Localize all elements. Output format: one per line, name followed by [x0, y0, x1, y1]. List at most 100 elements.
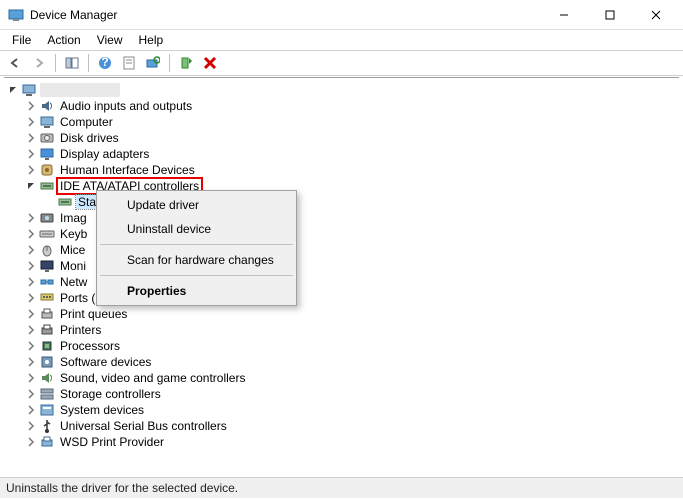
tree-item[interactable]: Sound, video and game controllers: [2, 370, 681, 386]
menu-view[interactable]: View: [89, 31, 131, 49]
scan-hardware-button[interactable]: [142, 52, 164, 74]
menu-action[interactable]: Action: [39, 31, 88, 49]
tree-item[interactable]: System devices: [2, 402, 681, 418]
usb-icon: [39, 418, 55, 434]
ctx-scan-hardware[interactable]: Scan for hardware changes: [99, 248, 294, 272]
chevron-right-icon[interactable]: [24, 323, 38, 337]
forward-button[interactable]: [28, 52, 50, 74]
hid-icon: [39, 162, 55, 178]
network-icon: [39, 274, 55, 290]
ctx-update-driver[interactable]: Update driver: [99, 193, 294, 217]
tree-item-label: Audio inputs and outputs: [58, 99, 194, 113]
monitor-icon: [39, 258, 55, 274]
system-icon: [39, 402, 55, 418]
ctx-separator: [100, 275, 293, 276]
toolbar: ?: [0, 50, 683, 76]
uninstall-device-button[interactable]: [199, 52, 221, 74]
sound-icon: [39, 370, 55, 386]
menu-file[interactable]: File: [4, 31, 39, 49]
chevron-right-icon[interactable]: [24, 99, 38, 113]
tree-item[interactable]: Printers: [2, 322, 681, 338]
keyboard-icon: [39, 226, 55, 242]
tree-item[interactable]: WSD Print Provider: [2, 434, 681, 450]
chevron-right-icon[interactable]: [24, 275, 38, 289]
wsd-icon: [39, 434, 55, 450]
tree-item-label: Keyb: [58, 227, 89, 241]
ctx-uninstall-device[interactable]: Uninstall device: [99, 217, 294, 241]
statusbar: Uninstalls the driver for the selected d…: [0, 478, 683, 498]
tree-item-label: Mice: [58, 243, 87, 257]
mouse-icon: [39, 242, 55, 258]
tree-item[interactable]: Human Interface Devices: [2, 162, 681, 178]
computer-icon: [39, 114, 55, 130]
chevron-right-icon[interactable]: [24, 355, 38, 369]
close-button[interactable]: [633, 0, 679, 30]
chevron-right-icon[interactable]: [24, 403, 38, 417]
menubar: File Action View Help: [0, 30, 683, 50]
chevron-right-icon[interactable]: [24, 243, 38, 257]
tree-item[interactable]: Disk drives: [2, 130, 681, 146]
imaging-icon: [39, 210, 55, 226]
chevron-right-icon[interactable]: [24, 115, 38, 129]
tree-item-label: Display adapters: [58, 147, 151, 161]
tree-item-label: Imag: [58, 211, 89, 225]
chevron-right-icon[interactable]: [24, 131, 38, 145]
chevron-right-icon[interactable]: [24, 419, 38, 433]
maximize-button[interactable]: [587, 0, 633, 30]
tree-item-label: Storage controllers: [58, 387, 163, 401]
audio-icon: [39, 98, 55, 114]
storage-icon: [39, 386, 55, 402]
chevron-right-icon[interactable]: [24, 371, 38, 385]
help-button[interactable]: ?: [94, 52, 116, 74]
tree-item[interactable]: Software devices: [2, 354, 681, 370]
chevron-down-icon[interactable]: [6, 83, 20, 97]
tree-root[interactable]: [2, 82, 681, 98]
tree-item[interactable]: Print queues: [2, 306, 681, 322]
tree-item[interactable]: Storage controllers: [2, 386, 681, 402]
chevron-right-icon[interactable]: [24, 147, 38, 161]
back-button[interactable]: [4, 52, 26, 74]
tree-item-label: Sound, video and game controllers: [58, 371, 247, 385]
ports-icon: [39, 290, 55, 306]
window-title: Device Manager: [30, 8, 541, 22]
ctx-separator: [100, 244, 293, 245]
chevron-right-icon[interactable]: [24, 227, 38, 241]
tree-item-label: Print queues: [58, 307, 129, 321]
ide-icon: [57, 194, 73, 210]
tree-item[interactable]: Computer: [2, 114, 681, 130]
tree-item-label: Computer: [58, 115, 115, 129]
tree-item-label: Human Interface Devices: [58, 163, 197, 177]
properties-button[interactable]: [118, 52, 140, 74]
chevron-right-icon[interactable]: [24, 291, 38, 305]
chevron-right-icon[interactable]: [24, 211, 38, 225]
chevron-right-icon[interactable]: [24, 307, 38, 321]
tree-item[interactable]: Audio inputs and outputs: [2, 98, 681, 114]
printqueue-icon: [39, 306, 55, 322]
software-icon: [39, 354, 55, 370]
menu-help[interactable]: Help: [131, 31, 172, 49]
minimize-button[interactable]: [541, 0, 587, 30]
ide-icon: [39, 178, 55, 194]
svg-text:?: ?: [101, 56, 108, 69]
chevron-right-icon[interactable]: [24, 163, 38, 177]
tree-item[interactable]: Display adapters: [2, 146, 681, 162]
statusbar-text: Uninstalls the driver for the selected d…: [6, 481, 238, 495]
tree-item-label: WSD Print Provider: [58, 435, 166, 449]
disk-icon: [39, 130, 55, 146]
root-label: [40, 83, 120, 97]
tree-item[interactable]: Universal Serial Bus controllers: [2, 418, 681, 434]
show-hide-tree-button[interactable]: [61, 52, 83, 74]
chevron-right-icon[interactable]: [24, 339, 38, 353]
chevron-right-icon[interactable]: [24, 387, 38, 401]
chevron-right-icon[interactable]: [24, 435, 38, 449]
app-icon: [8, 7, 24, 23]
enable-device-button[interactable]: [175, 52, 197, 74]
chevron-right-icon[interactable]: [24, 259, 38, 273]
processor-icon: [39, 338, 55, 354]
tree-item[interactable]: Processors: [2, 338, 681, 354]
chevron-down-icon[interactable]: [24, 179, 38, 193]
device-tree[interactable]: Audio inputs and outputs Computer Disk d…: [0, 78, 683, 478]
ctx-properties[interactable]: Properties: [99, 279, 294, 303]
titlebar: Device Manager: [0, 0, 683, 30]
tree-item-label: Disk drives: [58, 131, 121, 145]
